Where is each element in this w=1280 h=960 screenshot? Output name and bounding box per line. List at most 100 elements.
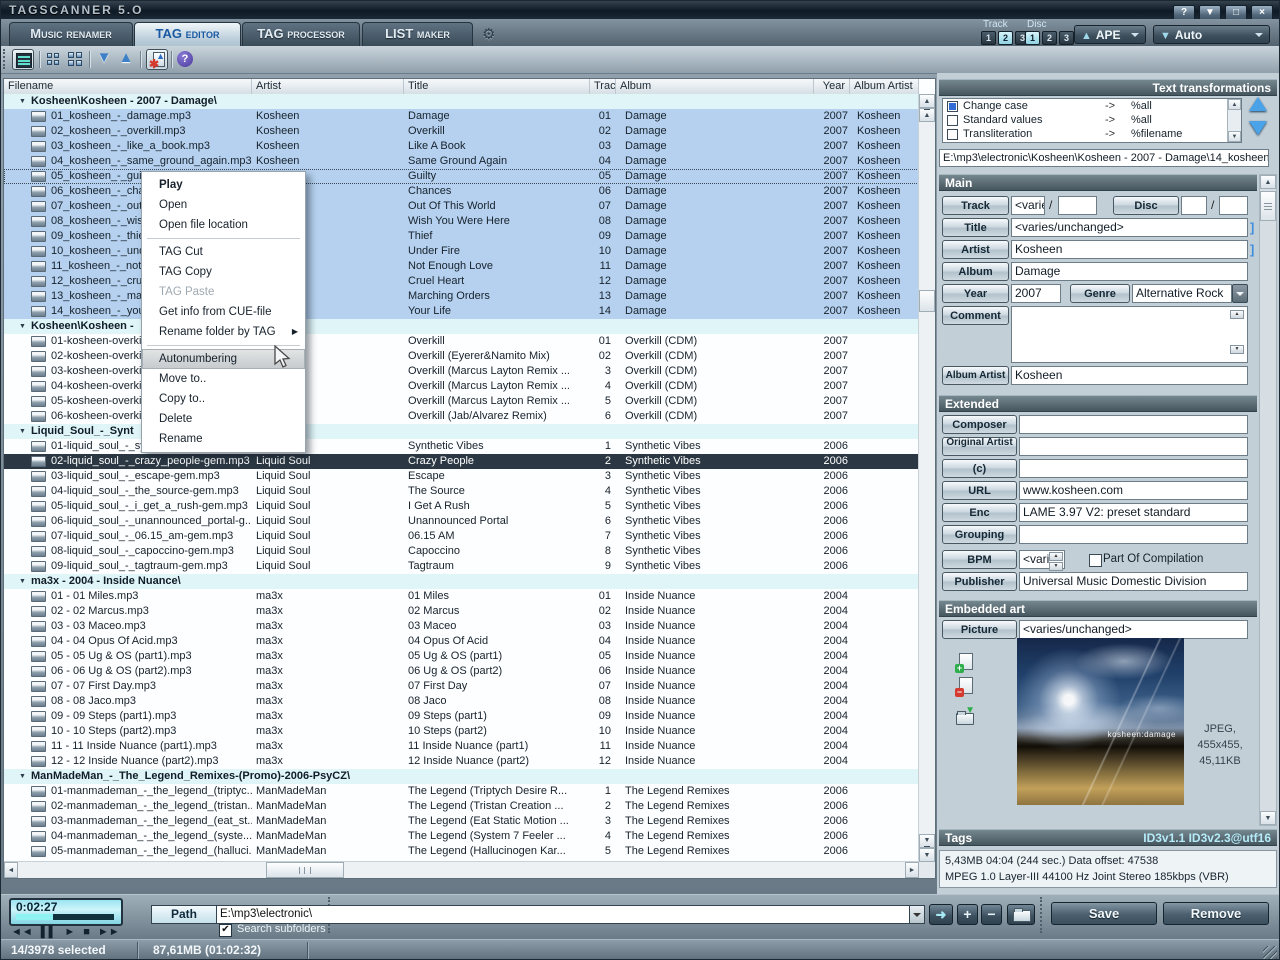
export-picture-icon[interactable]: ▼: [955, 707, 975, 727]
browse-folder-icon[interactable]: [1007, 904, 1035, 925]
column-header-year[interactable]: Year: [814, 79, 850, 94]
track-input[interactable]: <varie: [1011, 196, 1045, 215]
path-label-button[interactable]: Path: [151, 905, 217, 924]
help-icon[interactable]: ?: [175, 49, 197, 70]
tab-list-maker[interactable]: LIST maker: [362, 22, 473, 46]
extended-field-button-enc[interactable]: Enc: [942, 503, 1017, 522]
table-row[interactable]: 06-liquid_soul_-_unannounced_portal-g...…: [4, 514, 919, 529]
stop-icon[interactable]: ■: [83, 926, 90, 938]
transformations-scrollbar[interactable]: ▲ ▼: [1227, 99, 1241, 142]
table-row[interactable]: 01 - 01 Miles.mp3ma3x01 Miles01Inside Nu…: [4, 589, 919, 604]
comment-textarea[interactable]: [1011, 306, 1248, 363]
menu-item-delete[interactable]: Delete: [142, 409, 305, 429]
table-row[interactable]: 05 - 05 Ug & OS (part1).mp3ma3x05 Ug & O…: [4, 649, 919, 664]
scroll-bottom-icon[interactable]: ▼: [919, 834, 935, 848]
table-row[interactable]: 04-liquid_soul_-_the_source-gem.mp3Liqui…: [4, 484, 919, 499]
collapse-triangle-icon[interactable]: ▼: [19, 94, 26, 109]
picture-field-button[interactable]: Picture: [942, 620, 1017, 639]
scroll-top-icon[interactable]: ▲: [919, 108, 935, 122]
settings-gear-icon[interactable]: ⚙: [482, 25, 495, 43]
menu-item-tag-copy[interactable]: TAG Copy: [142, 262, 305, 282]
table-row[interactable]: 07-liquid_soul_-_06.15_am-gem.mp3Liquid …: [4, 529, 919, 544]
extended-field-button-composer[interactable]: Composer: [942, 415, 1017, 434]
path-dropdown-icon[interactable]: [909, 905, 925, 924]
load-mode-dropdown[interactable]: ▼Auto: [1153, 25, 1270, 44]
disc-digit-2[interactable]: 2: [1042, 31, 1057, 45]
album-field-button[interactable]: Album: [942, 262, 1009, 281]
disc-total-input[interactable]: [1219, 196, 1248, 215]
vscroll-thumb[interactable]: [919, 290, 935, 312]
track-digit-2[interactable]: 2: [998, 31, 1013, 45]
comment-scroll-arrows[interactable]: ▲: [1230, 310, 1244, 319]
bpm-spinner[interactable]: ▲▼: [1049, 552, 1063, 571]
album-art-image[interactable]: kosheen:damage: [1017, 638, 1184, 805]
album-input[interactable]: Damage: [1011, 262, 1248, 281]
scroll-up-icon[interactable]: ▲: [919, 94, 935, 108]
table-row[interactable]: 03_kosheen_-_like_a_book.mp3KosheenLike …: [4, 139, 919, 154]
track-field-button[interactable]: Track: [942, 196, 1009, 215]
table-row[interactable]: 01_kosheen_-_damage.mp3KosheenDamage01Da…: [4, 109, 919, 124]
artist-field-button[interactable]: Artist: [942, 240, 1009, 259]
table-row[interactable]: 04-manmademan_-_the_legend_(syste...ManM…: [4, 829, 919, 844]
bpm-field-button[interactable]: BPM: [942, 550, 1017, 569]
transformation-row[interactable]: Standard values->%all: [943, 113, 1241, 127]
compilation-checkbox[interactable]: [1089, 554, 1102, 567]
title-field-button[interactable]: Title: [942, 218, 1009, 237]
table-row[interactable]: 09 - 09 Steps (part1).mp3ma3x09 Steps (p…: [4, 709, 919, 724]
scroll-up-icon[interactable]: ▲: [1260, 175, 1276, 189]
transform-move-down-icon[interactable]: [1249, 121, 1267, 135]
panel-scrollbar[interactable]: ▲ ▼: [1259, 174, 1277, 826]
collapse-triangle-icon[interactable]: ▼: [19, 424, 26, 439]
sort-dropdown[interactable]: ▲APE: [1074, 25, 1146, 44]
table-row[interactable]: 02-liquid_soul_-_crazy_people-gem.mp3Liq…: [4, 454, 919, 469]
table-row[interactable]: 02 - 02 Marcus.mp3ma3x02 Marcus02Inside …: [4, 604, 919, 619]
table-row[interactable]: 02-manmademan_-_the_legend_(tristan...Ma…: [4, 799, 919, 814]
scroll-right-icon[interactable]: ►: [905, 862, 919, 878]
transformation-checkbox[interactable]: [947, 115, 958, 126]
table-row[interactable]: 09-liquid_soul_-_tagtraum-gem.mp3Liquid …: [4, 559, 919, 574]
table-row[interactable]: 01-manmademan_-_the_legend_(triptyc...Ma…: [4, 784, 919, 799]
disc-digit-1[interactable]: 1: [1025, 31, 1040, 45]
transformation-row[interactable]: Transliteration->%filename: [943, 127, 1241, 141]
save-button[interactable]: Save: [1051, 902, 1157, 925]
group-header[interactable]: ▼ma3x - 2004 - Inside Nuance\: [4, 574, 919, 589]
extended-field-input[interactable]: [1019, 437, 1248, 456]
table-row[interactable]: 11 - 11 Inside Nuance (part1).mp3ma3x11 …: [4, 739, 919, 754]
collapse-triangle-icon[interactable]: ▼: [19, 769, 26, 784]
player-progress[interactable]: [16, 914, 53, 920]
scroll-down-icon[interactable]: ▼: [1228, 131, 1241, 142]
picture-input[interactable]: <varies/unchanged>: [1019, 620, 1248, 639]
table-row[interactable]: 05-liquid_soul_-_i_get_a_rush-gem.mp3Liq…: [4, 499, 919, 514]
menu-item-rename[interactable]: Rename: [142, 429, 305, 449]
menu-item-tag-cut[interactable]: TAG Cut: [142, 242, 305, 262]
menu-item-open[interactable]: Open: [142, 195, 305, 215]
go-icon[interactable]: ➜: [929, 904, 953, 925]
scroll-down-icon[interactable]: ▼: [1260, 811, 1276, 825]
remove-path-icon[interactable]: −: [981, 904, 1002, 925]
collapse-triangle-icon[interactable]: ▼: [19, 574, 26, 589]
transform-move-up-icon[interactable]: [1249, 97, 1267, 111]
disc-field-button[interactable]: Disc: [1113, 196, 1179, 215]
panel-scroll-thumb[interactable]: [1260, 191, 1276, 221]
album-artist-input[interactable]: Kosheen: [1011, 366, 1248, 385]
column-header-album-artist[interactable]: Album Artist: [850, 79, 919, 94]
search-subfolders-checkbox[interactable]: ✔: [219, 924, 232, 937]
column-header-album[interactable]: Album: [616, 79, 814, 94]
title-input[interactable]: <varies/unchanged>: [1011, 218, 1248, 237]
column-header-title[interactable]: Title: [404, 79, 590, 94]
artist-input[interactable]: Kosheen: [1011, 240, 1248, 259]
table-row[interactable]: 08-liquid_soul_-_capoccino-gem.mp3Liquid…: [4, 544, 919, 559]
remove-picture-icon[interactable]: −: [955, 677, 975, 697]
group-header[interactable]: ▼Kosheen\Kosheen - 2007 - Damage\: [4, 94, 919, 109]
add-picture-icon[interactable]: +: [955, 653, 975, 673]
menu-item-get-info-from-cue-file[interactable]: Get info from CUE-file: [142, 302, 305, 322]
column-header-track[interactable]: Track: [590, 79, 616, 94]
extended-field-button--c-[interactable]: (c): [942, 459, 1017, 478]
table-row[interactable]: 03-manmademan_-_the_legend_(eat_st...Man…: [4, 814, 919, 829]
publisher-field-button[interactable]: Publisher: [942, 572, 1017, 591]
resize-grip[interactable]: [1263, 946, 1277, 960]
grid-large-icon[interactable]: [65, 49, 87, 70]
table-row[interactable]: 04_kosheen_-_same_ground_again.mp3Koshee…: [4, 154, 919, 169]
vertical-scrollbar[interactable]: ▲ ▲ ▼ ▼: [918, 94, 935, 862]
extended-field-input[interactable]: www.kosheen.com: [1019, 481, 1248, 500]
